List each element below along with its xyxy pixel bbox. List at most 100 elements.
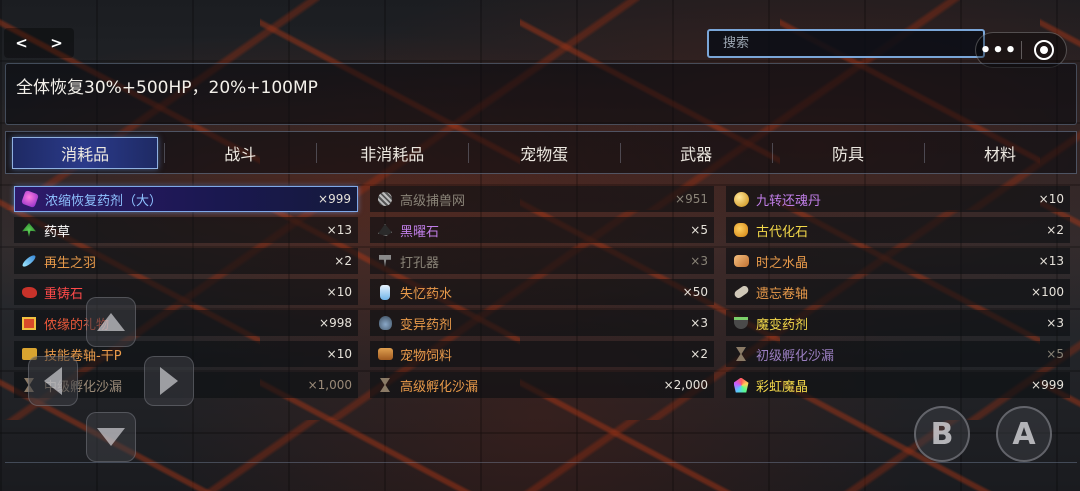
item-name: 宠物饲料 bbox=[400, 348, 453, 364]
tab-non-consumables[interactable]: 非消耗品 bbox=[316, 137, 468, 169]
item-count: ×951 bbox=[675, 192, 708, 206]
hourglass-icon bbox=[376, 376, 394, 394]
inventory-item[interactable]: 高级孵化沙漏 ×2,000 bbox=[370, 372, 714, 398]
item-count: ×2 bbox=[334, 254, 352, 268]
item-name: 时之水晶 bbox=[756, 255, 809, 271]
search-input[interactable] bbox=[707, 29, 985, 58]
feather-icon bbox=[20, 252, 38, 270]
item-count: ×10 bbox=[326, 285, 352, 299]
potion-icon bbox=[21, 190, 39, 208]
arrow-right-icon bbox=[160, 367, 178, 395]
item-name: 高级孵化沙漏 bbox=[400, 379, 479, 395]
tab-pet-eggs[interactable]: 宠物蛋 bbox=[468, 137, 620, 169]
tab-armor[interactable]: 防具 bbox=[772, 137, 924, 169]
item-name: 打孔器 bbox=[400, 255, 440, 271]
more-button[interactable]: ••• bbox=[976, 40, 1021, 61]
inventory-item[interactable]: 古代化石 ×2 bbox=[726, 217, 1070, 243]
item-name: 彩虹魔晶 bbox=[756, 379, 809, 395]
inventory-item[interactable]: 失忆药水 ×50 bbox=[370, 279, 714, 305]
item-count: ×5 bbox=[1046, 347, 1064, 361]
inventory-item[interactable]: 再生之羽 ×2 bbox=[14, 248, 358, 274]
inventory-item[interactable]: 药草 ×13 bbox=[14, 217, 358, 243]
inventory-item[interactable]: 高级捕兽网 ×951 bbox=[370, 186, 714, 212]
item-count: ×50 bbox=[682, 285, 708, 299]
item-name: 高级捕兽网 bbox=[400, 193, 466, 209]
item-name: 黑曜石 bbox=[400, 224, 440, 240]
item-count: ×3 bbox=[1046, 316, 1064, 330]
category-tabs: 消耗品 战斗 非消耗品 宠物蛋 武器 防具 材料 bbox=[5, 131, 1077, 174]
tab-weapons[interactable]: 武器 bbox=[620, 137, 772, 169]
item-name: 浓缩恢复药剂（大） bbox=[45, 193, 163, 209]
item-count: ×2,000 bbox=[663, 378, 708, 392]
dpad-up-button[interactable] bbox=[86, 297, 136, 347]
inventory-item[interactable]: 遗忘卷轴 ×100 bbox=[726, 279, 1070, 305]
inventory-item[interactable]: 浓缩恢复药剂（大） ×999 bbox=[14, 186, 358, 212]
inventory-item[interactable]: 侬缘的礼物 ×998 bbox=[14, 310, 358, 336]
item-name: 再生之羽 bbox=[44, 255, 97, 271]
net-icon bbox=[376, 190, 394, 208]
tab-battle[interactable]: 战斗 bbox=[164, 137, 316, 169]
item-name: 古代化石 bbox=[756, 224, 809, 240]
dpad-right-button[interactable] bbox=[144, 356, 194, 406]
forward-button[interactable]: > bbox=[45, 34, 69, 52]
item-count: ×2 bbox=[690, 347, 708, 361]
item-count: ×13 bbox=[326, 223, 352, 237]
inventory-item[interactable]: 魔变药剂 ×3 bbox=[726, 310, 1070, 336]
item-count: ×3 bbox=[690, 316, 708, 330]
tab-consumables[interactable]: 消耗品 bbox=[12, 136, 159, 169]
obsidian-icon bbox=[376, 221, 394, 239]
ore-icon bbox=[20, 283, 38, 301]
arrow-down-icon bbox=[97, 428, 125, 446]
dpad-left-button[interactable] bbox=[28, 356, 78, 406]
dpad-down-button[interactable] bbox=[86, 412, 136, 462]
item-count: ×3 bbox=[690, 254, 708, 268]
fossil-icon bbox=[732, 221, 750, 239]
inventory-item[interactable]: 黑曜石 ×5 bbox=[370, 217, 714, 243]
hourglass-icon bbox=[732, 345, 750, 363]
inventory-item[interactable]: 九转还魂丹 ×10 bbox=[726, 186, 1070, 212]
item-name: 变异药剂 bbox=[400, 317, 453, 333]
back-button[interactable]: < bbox=[10, 34, 34, 52]
herb-icon bbox=[20, 221, 38, 239]
inventory-item[interactable]: 重铸石 ×10 bbox=[14, 279, 358, 305]
nav-buttons: < > bbox=[4, 28, 74, 58]
tab-materials[interactable]: 材料 bbox=[924, 137, 1076, 169]
item-name: 魔变药剂 bbox=[756, 317, 809, 333]
item-name: 失忆药水 bbox=[400, 286, 453, 302]
rainbow-crystal-icon bbox=[732, 376, 750, 394]
item-count: ×10 bbox=[326, 347, 352, 361]
item-name: 九转还魂丹 bbox=[756, 193, 822, 209]
item-count: ×1,000 bbox=[307, 378, 352, 392]
arrow-left-icon bbox=[44, 367, 62, 395]
pill-icon bbox=[732, 190, 750, 208]
cauldron-icon bbox=[732, 314, 750, 332]
scroll-icon bbox=[732, 283, 750, 301]
item-count: ×999 bbox=[1031, 378, 1064, 392]
item-name: 初级孵化沙漏 bbox=[756, 348, 835, 364]
item-count: ×10 bbox=[1038, 192, 1064, 206]
bottom-divider bbox=[5, 462, 1077, 463]
inventory-item[interactable]: 变异药剂 ×3 bbox=[370, 310, 714, 336]
target-icon bbox=[1033, 40, 1054, 60]
bottle-icon bbox=[376, 283, 394, 301]
inventory-item[interactable]: 时之水晶 ×13 bbox=[726, 248, 1070, 274]
inventory-item[interactable]: 打孔器 ×3 bbox=[370, 248, 714, 274]
feed-icon bbox=[376, 345, 394, 363]
close-button[interactable] bbox=[1022, 40, 1066, 60]
item-name: 遗忘卷轴 bbox=[756, 286, 809, 302]
gift-icon bbox=[20, 314, 38, 332]
drill-icon bbox=[376, 252, 394, 270]
item-count: ×5 bbox=[690, 223, 708, 237]
flask-icon bbox=[376, 314, 394, 332]
item-count: ×998 bbox=[319, 316, 352, 330]
item-count: ×2 bbox=[1046, 223, 1064, 237]
item-description: 全体恢复30%+500HP，20%+100MP bbox=[16, 78, 318, 98]
item-count: ×13 bbox=[1038, 254, 1064, 268]
a-button[interactable]: A bbox=[996, 406, 1052, 462]
inventory-item[interactable]: 初级孵化沙漏 ×5 bbox=[726, 341, 1070, 367]
item-name: 重铸石 bbox=[44, 286, 84, 302]
item-description-panel: 全体恢复30%+500HP，20%+100MP bbox=[5, 63, 1077, 125]
inventory-item[interactable]: 彩虹魔晶 ×999 bbox=[726, 372, 1070, 398]
inventory-item[interactable]: 宠物饲料 ×2 bbox=[370, 341, 714, 367]
b-button[interactable]: B bbox=[914, 406, 970, 462]
